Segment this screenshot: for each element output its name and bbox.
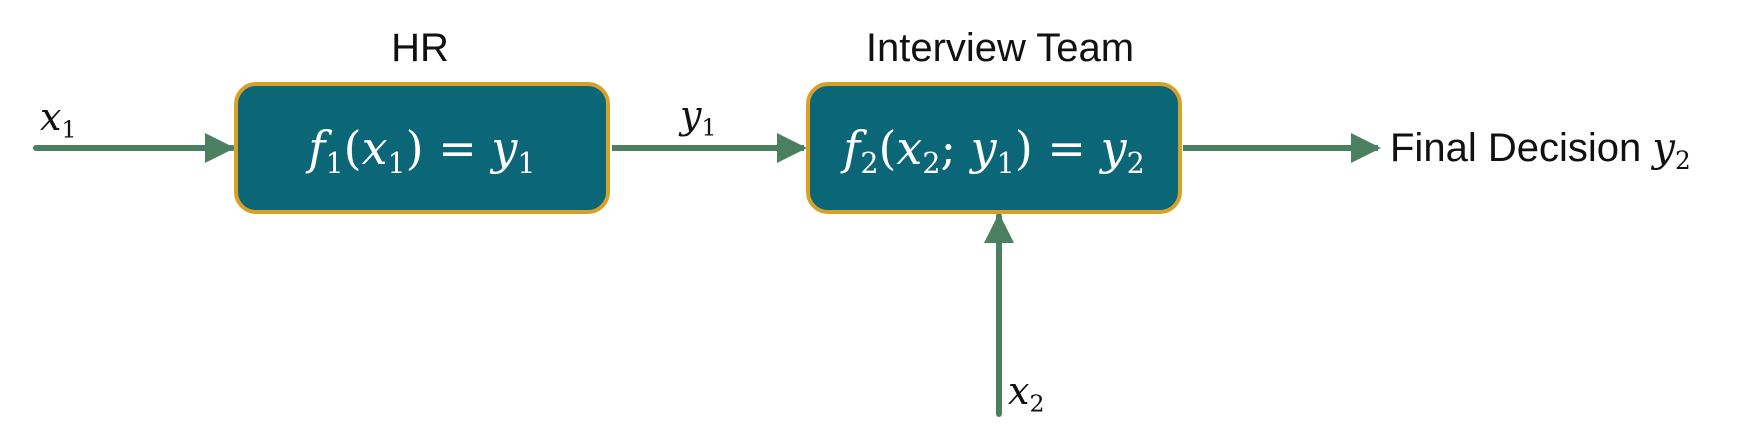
intermediate-y1-label: y1	[680, 93, 717, 142]
interview-separator: ;	[940, 121, 957, 175]
hr-fn-name: f	[308, 121, 326, 175]
input-x2-label: x2	[1008, 369, 1045, 418]
flow-diagram: HR f1(x1) = y1 Interview Team f2(x2; y1)…	[0, 0, 1744, 424]
interview-arg1-sub: 2	[922, 147, 941, 181]
interview-out-sub: 2	[1126, 147, 1145, 181]
interview-title: Interview Team	[865, 26, 1135, 70]
final-decision-label: Final Decision y2	[1390, 125, 1691, 175]
hr-title: HR	[391, 26, 449, 70]
hr-arg-sub: 1	[387, 147, 406, 181]
hr-equals: =	[438, 121, 477, 175]
interview-out: y	[1100, 121, 1127, 175]
hr-out: y	[491, 121, 518, 175]
interview-arg1: x	[896, 121, 923, 175]
interview-fn-sub: 2	[860, 147, 879, 181]
hr-function: f1(x1) = y1	[308, 121, 536, 181]
interview-fn-name: f	[843, 121, 861, 175]
hr-fn-sub: 1	[325, 147, 344, 181]
interview-function: f2(x2; y1) = y2	[843, 121, 1145, 181]
input-x1-label: x1	[40, 95, 77, 144]
hr-box: f1(x1) = y1	[234, 82, 610, 214]
interview-arg2-sub: 1	[996, 147, 1015, 181]
final-decision-symbol: y2	[1652, 125, 1691, 175]
interview-box: f2(x2; y1) = y2	[806, 82, 1182, 214]
interview-arg2: y	[970, 121, 997, 175]
hr-arg: x	[361, 121, 388, 175]
final-decision-text: Final Decision	[1390, 126, 1642, 170]
hr-out-sub: 1	[517, 147, 536, 181]
interview-equals: =	[1047, 121, 1086, 175]
